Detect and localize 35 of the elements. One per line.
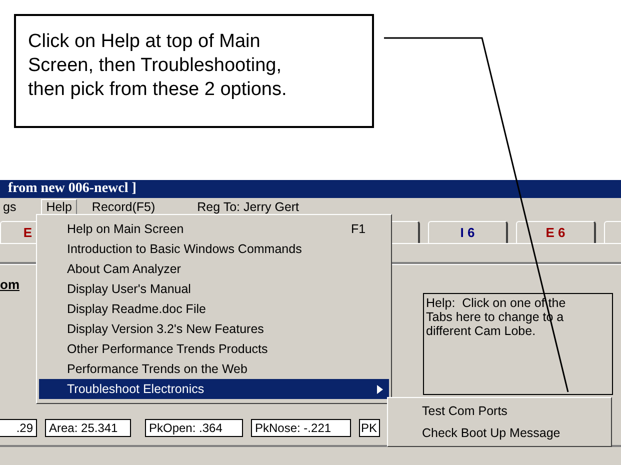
menu-item[interactable]: Display Readme.doc File xyxy=(39,299,389,319)
menu-item-label: Display User's Manual xyxy=(67,282,191,296)
window-title: from new 006-newcl ] xyxy=(8,180,136,197)
tab-label: E 6 xyxy=(546,225,566,240)
callout-text: Click on Help at top of Main Screen, then Troubleshooting, then pick from these 2 options. xyxy=(14,14,374,128)
menu-item[interactable]: gs xyxy=(0,198,22,215)
menu-item-label: Help on Main Screen xyxy=(67,222,184,236)
menu-item-label: About Cam Analyzer xyxy=(67,262,181,276)
menu-item[interactable]: Display Version 3.2's New Features xyxy=(39,319,389,339)
menu-item-label: Troubleshoot Electronics xyxy=(67,382,204,396)
menu-item[interactable]: Other Performance Trends Products xyxy=(39,339,389,359)
menu-item[interactable]: Test Com Ports xyxy=(390,400,609,422)
section-label: om xyxy=(0,276,20,292)
readout-field: .29 xyxy=(0,419,37,438)
readout-field: PkOpen: .364 xyxy=(145,419,243,438)
menu-item[interactable]: Troubleshoot Electronics xyxy=(39,379,389,399)
tab-label: E xyxy=(23,225,32,240)
shortcut-label: F1 xyxy=(351,222,366,236)
menu-item[interactable]: Reg To: Jerry Gert xyxy=(192,198,304,215)
readout-field: PkNose: -.221 xyxy=(251,419,351,438)
menu-item-label: Display Readme.doc File xyxy=(67,302,206,316)
readout-field: PK xyxy=(359,419,380,438)
menu-item[interactable]: Record(F5) xyxy=(86,198,160,215)
menu-item[interactable]: Display User's Manual xyxy=(39,279,389,299)
tab[interactable]: E 6 xyxy=(516,221,596,244)
tab[interactable]: I 6 xyxy=(428,221,508,244)
menu-item-label: Performance Trends on the Web xyxy=(67,362,248,376)
menu-item-label: Introduction to Basic Windows Commands xyxy=(67,242,302,256)
menu-item-label: Display Version 3.2's New Features xyxy=(67,322,264,336)
menu-item[interactable]: About Cam Analyzer xyxy=(39,259,389,279)
tab-label: I 6 xyxy=(460,225,475,240)
menu-item[interactable]: Performance Trends on the Web xyxy=(39,359,389,379)
readout-field: Area: 25.341 xyxy=(45,419,131,438)
menu-item[interactable]: Check Boot Up Message xyxy=(390,422,609,444)
menu-item-label: Other Performance Trends Products xyxy=(67,342,268,356)
